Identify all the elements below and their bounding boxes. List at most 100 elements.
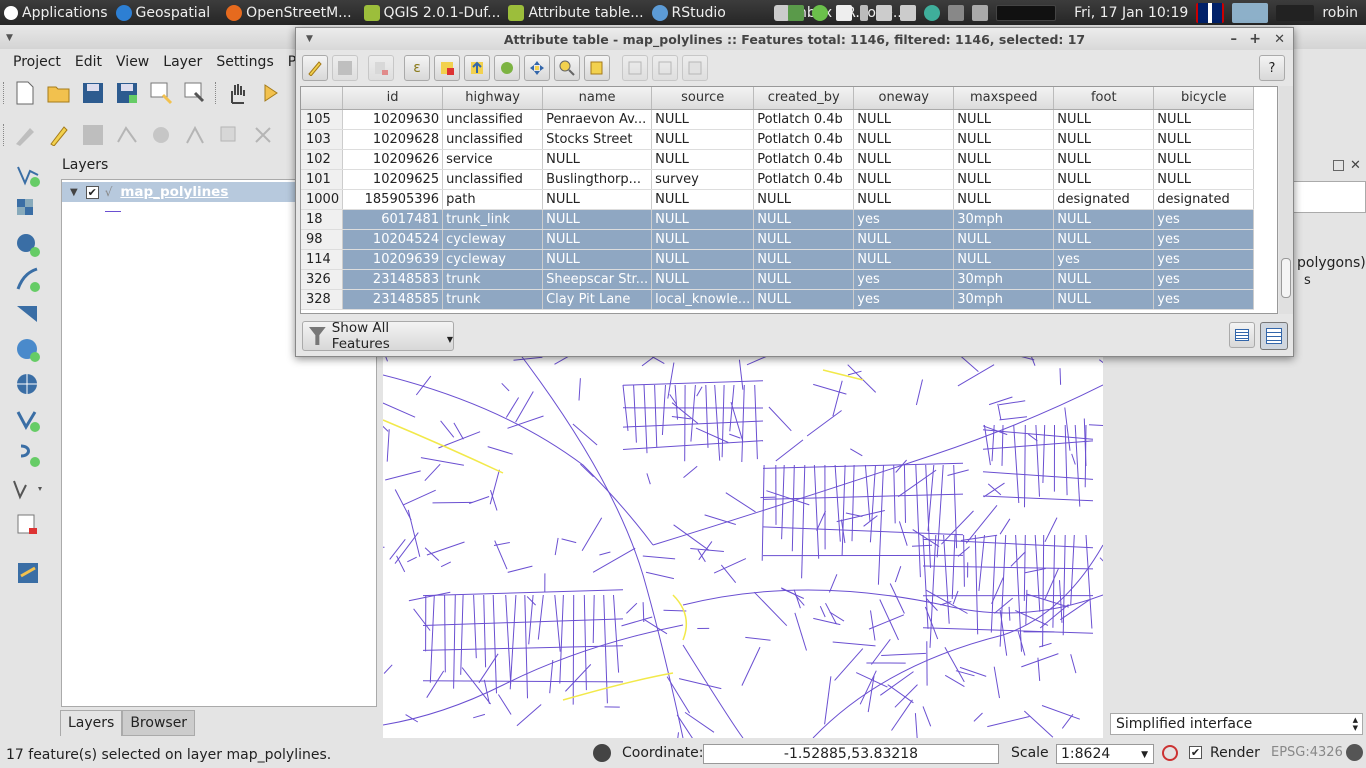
add-text-annotation-icon[interactable]	[12, 558, 44, 588]
table-cell-highway[interactable]: path	[442, 189, 544, 210]
table-cell-bicycle[interactable]: NULL	[1153, 169, 1255, 190]
column-header-created_by[interactable]: created_by	[753, 87, 855, 110]
table-row[interactable]: 101 10209625 unclassified Buslingthorp... su…	[301, 169, 1255, 190]
table-cell-created_by[interactable]: NULL	[753, 269, 855, 290]
task-rstudio[interactable]: RStudio	[648, 0, 730, 25]
vertical-scrollbar[interactable]	[1279, 86, 1293, 314]
table-row[interactable]: 102 10209626 service NULL NULL Potlatch 0.4b N…	[301, 149, 1255, 170]
map-canvas[interactable]	[383, 345, 1103, 738]
table-row[interactable]: 98 10204524 cycleway NULL NULL NULL NULL NULL NU…	[301, 229, 1255, 250]
table-cell-name[interactable]: Clay Pit Lane	[542, 289, 653, 310]
coordinate-toggle-icon[interactable]	[593, 744, 611, 762]
table-cell-maxspeed[interactable]: 30mph	[953, 269, 1055, 290]
table-cell-oneway[interactable]: NULL	[853, 189, 955, 210]
table-cell-name[interactable]: Stocks Street	[542, 129, 653, 150]
table-cell-source[interactable]: NULL	[651, 209, 755, 230]
table-cell-name[interactable]: NULL	[542, 189, 653, 210]
add-delimited-text-icon[interactable]	[12, 440, 44, 470]
battery-icon[interactable]	[860, 4, 869, 21]
table-cell-foot[interactable]: NULL	[1053, 129, 1155, 150]
table-cell-maxspeed[interactable]: NULL	[953, 229, 1055, 250]
table-cell-name[interactable]: Penraevon Av...	[542, 109, 653, 130]
select-by-expression-icon[interactable]: ε	[404, 55, 430, 81]
new-print-composer-icon[interactable]	[148, 80, 174, 106]
menu-view[interactable]: View	[109, 54, 156, 70]
show-all-features-button[interactable]: Show All Features ▼	[302, 320, 454, 352]
table-cell-id[interactable]: 10209628	[342, 129, 444, 150]
field-calculator-icon[interactable]	[682, 55, 708, 81]
table-cell-source[interactable]: NULL	[651, 249, 755, 270]
table-cell-bicycle[interactable]: yes	[1153, 289, 1255, 310]
table-cell-id[interactable]: 10209630	[342, 109, 444, 130]
tray-app-icon[interactable]	[924, 4, 941, 21]
table-cell-maxspeed[interactable]: NULL	[953, 189, 1055, 210]
table-cell-highway[interactable]: service	[442, 149, 544, 170]
new-column-icon[interactable]	[622, 55, 648, 81]
table-cell-created_by[interactable]: NULL	[753, 289, 855, 310]
add-feature-icon[interactable]	[114, 122, 140, 148]
row-header[interactable]: 101	[301, 169, 344, 190]
user-menu[interactable]: robin	[1318, 0, 1366, 25]
menu-edit[interactable]: Edit	[68, 54, 109, 70]
table-cell-created_by[interactable]: Potlatch 0.4b	[753, 169, 855, 190]
table-cell-created_by[interactable]: Potlatch 0.4b	[753, 129, 855, 150]
pan-to-selection-icon[interactable]	[258, 80, 284, 106]
table-cell-source[interactable]: NULL	[651, 189, 755, 210]
help-icon[interactable]: ?	[1259, 55, 1285, 81]
table-cell-bicycle[interactable]: designated	[1153, 189, 1255, 210]
tab-layers[interactable]: Layers	[60, 710, 123, 736]
table-cell-foot[interactable]: NULL	[1053, 149, 1155, 170]
row-header[interactable]: 18	[301, 209, 344, 230]
table-cell-created_by[interactable]: NULL	[753, 229, 855, 250]
volume-icon[interactable]	[876, 4, 893, 21]
delete-selected-features-icon[interactable]	[368, 55, 394, 81]
table-row[interactable]: 103 10209628 unclassified Stocks Street NULL…	[301, 129, 1255, 150]
row-header[interactable]: 114	[301, 249, 344, 270]
save-project-icon[interactable]	[80, 80, 106, 106]
table-cell-source[interactable]: NULL	[651, 129, 755, 150]
table-cell-foot[interactable]: yes	[1053, 249, 1155, 270]
table-cell-foot[interactable]: designated	[1053, 189, 1155, 210]
layer-name[interactable]: map_polylines	[120, 184, 228, 200]
toggle-editing-icon[interactable]	[302, 55, 328, 81]
table-cell-oneway[interactable]: yes	[853, 289, 955, 310]
table-cell-created_by[interactable]: NULL	[753, 189, 855, 210]
save-as-icon[interactable]	[114, 80, 140, 106]
table-cell-oneway[interactable]: NULL	[853, 229, 955, 250]
add-postgis-layer-icon[interactable]	[12, 230, 44, 260]
toolbar-grip[interactable]	[3, 124, 5, 146]
menu-settings[interactable]: Settings	[209, 54, 280, 70]
table-cell-bicycle[interactable]: yes	[1153, 229, 1255, 250]
table-cell-highway[interactable]: cycleway	[442, 249, 544, 270]
close-panel-icon[interactable]: ✕	[1350, 158, 1361, 173]
table-cell-source[interactable]: NULL	[651, 149, 755, 170]
table-view-button-active[interactable]	[1260, 322, 1288, 350]
pan-to-selected-icon[interactable]	[524, 55, 550, 81]
applications-menu[interactable]: Applications	[0, 0, 112, 25]
copy-selected-rows-icon[interactable]	[584, 55, 610, 81]
close-icon[interactable]: ✕	[1274, 32, 1285, 47]
task-attribute-table[interactable]: Attribute table...	[504, 0, 647, 25]
save-edits-icon[interactable]	[80, 122, 106, 148]
column-header-name[interactable]: name	[542, 87, 653, 110]
table-cell-bicycle[interactable]: NULL	[1153, 129, 1255, 150]
toolbar-grip[interactable]	[3, 82, 5, 104]
zoom-to-selected-icon[interactable]	[554, 55, 580, 81]
layer-visibility-checkbox[interactable]: ✔	[85, 185, 99, 199]
row-header[interactable]: 102	[301, 149, 344, 170]
delete-column-icon[interactable]	[652, 55, 678, 81]
task-firefox[interactable]: OpenStreetM...	[222, 0, 355, 25]
table-cell-foot[interactable]: NULL	[1053, 229, 1155, 250]
open-project-icon[interactable]	[46, 80, 72, 106]
table-cell-name[interactable]: Sheepscar Str...	[542, 269, 653, 290]
current-edits-icon[interactable]	[12, 122, 38, 148]
add-mssql-layer-icon[interactable]	[12, 300, 44, 330]
toggle-editing-icon[interactable]	[46, 122, 72, 148]
add-wfs-layer-icon[interactable]	[12, 405, 44, 435]
table-cell-foot[interactable]: NULL	[1053, 109, 1155, 130]
toolbar-grip[interactable]	[215, 82, 217, 104]
table-cell-bicycle[interactable]: yes	[1153, 249, 1255, 270]
render-checkbox[interactable]: ✔	[1189, 746, 1202, 759]
crs-label[interactable]: EPSG:4326	[1271, 745, 1343, 760]
column-header-id[interactable]: id	[342, 87, 444, 110]
